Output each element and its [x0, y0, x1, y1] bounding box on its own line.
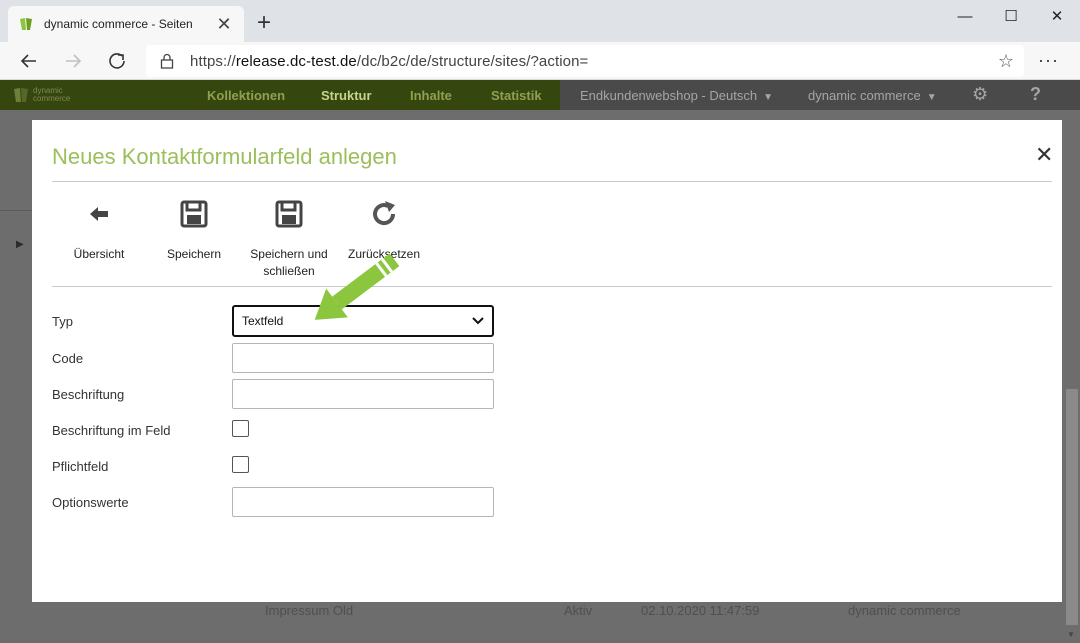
- expand-arrow-icon: ▶: [16, 239, 24, 250]
- url-text: https://release.dc-test.de/dc/b2c/de/str…: [190, 53, 588, 70]
- code-label: Code: [52, 351, 84, 366]
- browser-toolbar: https://release.dc-test.de/dc/b2c/de/str…: [0, 42, 1080, 80]
- more-menu-icon[interactable]: ···: [1038, 50, 1059, 71]
- browser-tab[interactable]: dynamic commerce - Seiten ✕: [8, 6, 244, 42]
- required-label: Pflichtfeld: [52, 459, 109, 474]
- url-path: /dc/b2c/de/structure/sites/?action=: [356, 52, 589, 70]
- window-close-button[interactable]: ✕: [1034, 4, 1080, 28]
- reload-button[interactable]: [104, 48, 130, 74]
- forward-button[interactable]: [60, 48, 86, 74]
- nav-contents[interactable]: Inhalte: [410, 88, 452, 103]
- browser-titlebar: dynamic commerce - Seiten ✕ + — ☐ ✕: [0, 0, 1080, 42]
- redo-icon: [336, 198, 432, 230]
- arrow-left-icon: [20, 54, 36, 68]
- nav-structure[interactable]: Struktur: [321, 88, 372, 103]
- arrow-left-icon: [51, 198, 147, 230]
- app-header-selectors: Endkundenwebshop - Deutsch ▼ dynamic comm…: [560, 80, 1080, 110]
- overview-button[interactable]: Übersicht: [51, 198, 147, 263]
- star-icon[interactable]: ☆: [998, 51, 1014, 72]
- caption-in-field-label: Beschriftung im Feld: [52, 423, 171, 438]
- scroll-down-icon[interactable]: ▼: [1067, 630, 1075, 639]
- tab-title: dynamic commerce - Seiten: [44, 17, 193, 31]
- title-divider: [52, 181, 1052, 182]
- save-button[interactable]: Speichern: [146, 198, 242, 263]
- code-input[interactable]: [232, 343, 494, 373]
- required-checkbox[interactable]: [232, 456, 249, 473]
- caret-down-icon: ▼: [926, 92, 937, 103]
- background-divider: [0, 210, 32, 211]
- option-values-label: Optionswerte: [52, 495, 129, 510]
- gear-icon[interactable]: ⚙: [972, 84, 988, 105]
- create-contact-field-dialog: Neues Kontaktformularfeld anlegen ✕ Über…: [32, 120, 1062, 602]
- type-label: Typ: [52, 314, 73, 329]
- dialog-close-button[interactable]: ✕: [1035, 144, 1053, 166]
- hint-arrow-icon: [314, 253, 400, 320]
- bg-row-status: Aktiv: [564, 603, 593, 618]
- shop-select[interactable]: Endkundenwebshop - Deutsch ▼: [580, 88, 773, 103]
- dc-logo: dynamic commerce: [12, 86, 70, 104]
- tab-close-icon[interactable]: ✕: [214, 14, 234, 34]
- shop-select-label: Endkundenwebshop - Deutsch: [580, 88, 758, 103]
- company-select[interactable]: dynamic commerce ▼: [808, 88, 937, 103]
- url-prefix: https://: [190, 52, 236, 70]
- dc-logo-icon: [14, 88, 28, 102]
- reload-icon: [109, 53, 125, 69]
- help-button[interactable]: ?: [1030, 84, 1041, 105]
- url-host: release.dc-test.de: [235, 52, 357, 70]
- save-label: Speichern: [166, 247, 222, 261]
- address-field[interactable]: https://release.dc-test.de/dc/b2c/de/str…: [146, 45, 1024, 77]
- new-tab-button[interactable]: +: [252, 11, 276, 35]
- nav-statistics[interactable]: Statistik: [491, 88, 542, 103]
- back-button[interactable]: [16, 48, 42, 74]
- caption-input[interactable]: [232, 379, 494, 409]
- page-scrollbar-thumb[interactable]: [1066, 389, 1078, 625]
- nav-collections[interactable]: Kollektionen: [207, 88, 285, 103]
- bg-row-date: 02.10.2020 11:47:59: [641, 603, 760, 618]
- lock-icon[interactable]: [158, 52, 176, 70]
- arrow-right-icon: [66, 54, 82, 68]
- company-select-label: dynamic commerce: [808, 88, 921, 103]
- logo-text-bottom: commerce: [33, 94, 71, 103]
- bg-row-owner: dynamic commerce: [848, 603, 961, 618]
- caption-in-field-checkbox[interactable]: [232, 420, 249, 437]
- dialog-title: Neues Kontaktformularfeld anlegen: [52, 144, 397, 169]
- chevron-down-icon: [472, 317, 484, 325]
- app-header: dynamic commerce Kollektionen Struktur In…: [0, 80, 1080, 110]
- toolbar-divider: [52, 286, 1052, 287]
- maximize-button[interactable]: ☐: [988, 4, 1034, 28]
- caption-label: Beschriftung: [52, 387, 125, 402]
- bg-row-name: Impressum Old: [265, 603, 354, 618]
- option-values-input[interactable]: [232, 487, 494, 517]
- overview-label: Übersicht: [73, 247, 125, 261]
- floppy-disk-icon: [241, 198, 337, 230]
- floppy-disk-icon: [146, 198, 242, 230]
- minimize-button[interactable]: —: [942, 4, 988, 28]
- caret-down-icon: ▼: [763, 92, 773, 103]
- dc-favicon-icon: [18, 16, 34, 32]
